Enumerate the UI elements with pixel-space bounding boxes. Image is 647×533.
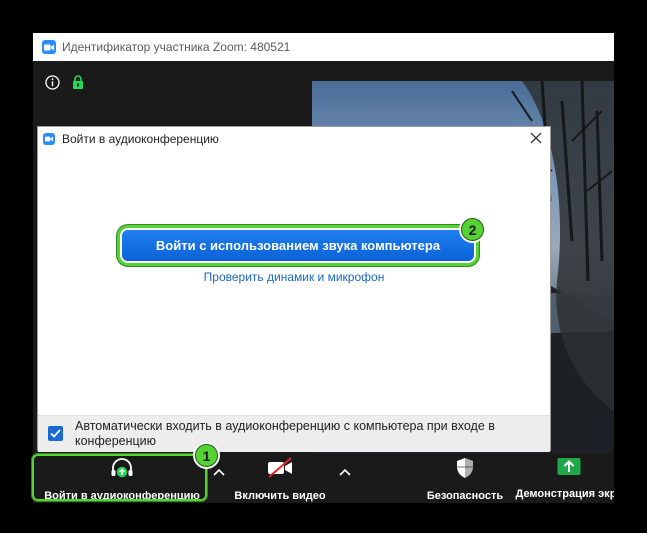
dialog-titlebar: Войти в аудиоконференцию (38, 127, 550, 151)
audio-options-chevron-up-icon[interactable] (213, 463, 225, 481)
dialog-title: Войти в аудиоконференцию (62, 132, 219, 146)
test-speaker-microphone-link[interactable]: Проверить динамик и микрофон (38, 270, 550, 284)
share-screen-toolbar-button[interactable]: Демонстрация экра (509, 457, 614, 500)
video-options-chevron-up-icon[interactable] (339, 463, 351, 481)
zoom-logo-icon (42, 40, 56, 54)
window-title: Идентификатор участника Zoom: 480521 (62, 40, 291, 54)
zoom-logo-icon (43, 133, 55, 145)
shield-icon (454, 457, 476, 484)
checkmark-icon (50, 429, 61, 438)
step-2-badge: 2 (461, 218, 484, 241)
auto-join-audio-row: Автоматически входить в аудиоконференцию… (38, 415, 550, 452)
join-audio-highlight-frame (32, 454, 207, 501)
encryption-lock-icon[interactable] (72, 75, 84, 95)
start-video-label: Включить видео (234, 490, 326, 502)
join-audio-dialog: Войти в аудиоконференцию Войти с использ… (37, 126, 551, 452)
auto-join-label[interactable]: Автоматически входить в аудиоконференцию… (75, 419, 515, 449)
info-icon[interactable] (45, 75, 60, 95)
start-video-toolbar-button[interactable]: Включить видео (228, 457, 332, 502)
video-off-icon (266, 457, 294, 484)
security-label: Безопасность (426, 490, 504, 502)
step-1-badge: 1 (195, 444, 218, 467)
close-icon[interactable] (528, 130, 544, 146)
meeting-status-icons (45, 75, 84, 95)
share-screen-label: Демонстрация экра (515, 488, 614, 500)
window-titlebar: Идентификатор участника Zoom: 480521 (33, 33, 614, 61)
share-screen-arrow-icon (557, 457, 581, 482)
security-toolbar-button[interactable]: Безопасность (421, 457, 509, 502)
join-with-computer-audio-button[interactable]: Войти с использованием звука компьютера (122, 230, 474, 261)
auto-join-checkbox[interactable] (48, 426, 63, 441)
